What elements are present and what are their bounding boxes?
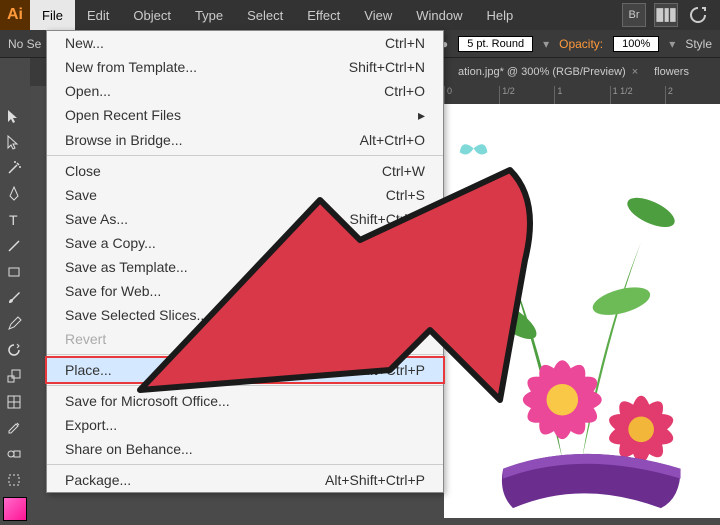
no-selection-label: No Se	[8, 37, 41, 51]
menu-save-copy[interactable]: Save a Copy...Alt+Ctrl+S	[47, 231, 443, 255]
menu-save-template[interactable]: Save as Template...	[47, 255, 443, 279]
stroke-profile-select[interactable]: 5 pt. Round	[458, 36, 533, 52]
menu-separator	[47, 464, 443, 465]
menu-save-slices[interactable]: Save Selected Slices...	[47, 303, 443, 327]
menu-revert: Revert	[47, 327, 443, 351]
menu-help[interactable]: Help	[474, 0, 525, 30]
blend-tool[interactable]	[0, 441, 28, 467]
arrange-icon[interactable]	[654, 3, 678, 27]
style-label: Style	[685, 37, 712, 51]
app-header: Ai File Edit Object Type Select Effect V…	[0, 0, 720, 30]
direct-selection-tool[interactable]	[0, 129, 28, 155]
menu-share-behance[interactable]: Share on Behance...	[47, 437, 443, 461]
menu-place[interactable]: Place...Shift+Ctrl+P	[45, 356, 445, 384]
ruler-mark: 2	[665, 86, 720, 104]
type-tool[interactable]: T	[0, 207, 28, 233]
mesh-tool[interactable]	[0, 389, 28, 415]
fill-color-swatch[interactable]	[3, 497, 27, 521]
rotate-tool[interactable]	[0, 337, 28, 363]
artwork-flowers	[444, 104, 720, 518]
selection-tool[interactable]	[0, 103, 28, 129]
menu-open[interactable]: Open...Ctrl+O	[47, 79, 443, 103]
menu-window[interactable]: Window	[404, 0, 474, 30]
file-menu-dropdown: New...Ctrl+N New from Template...Shift+C…	[46, 30, 444, 493]
menu-select[interactable]: Select	[235, 0, 295, 30]
svg-text:T: T	[9, 212, 18, 228]
menu-file[interactable]: File	[30, 0, 75, 30]
artboard-tool[interactable]	[0, 467, 28, 493]
opacity-input[interactable]: 100%	[613, 36, 659, 52]
menu-save-as[interactable]: Save As...Shift+Ctrl+S	[47, 207, 443, 231]
canvas[interactable]	[444, 104, 720, 518]
document-tab-1[interactable]: ation.jpg* @ 300% (RGB/Preview) ×	[450, 62, 646, 82]
ruler-mark: 0	[444, 86, 499, 104]
submenu-arrow-icon: ▸	[418, 107, 425, 124]
horizontal-ruler: 0 1/2 1 1 1/2 2	[444, 86, 720, 104]
tools-panel: T	[0, 58, 30, 525]
tab-label: ation.jpg* @ 300% (RGB/Preview)	[458, 66, 626, 78]
menu-close[interactable]: CloseCtrl+W	[47, 159, 443, 183]
menu-type[interactable]: Type	[183, 0, 235, 30]
menu-bar: File Edit Object Type Select Effect View…	[30, 0, 525, 30]
ruler-mark: 1/2	[499, 86, 554, 104]
pen-tool[interactable]	[0, 181, 28, 207]
menu-separator	[47, 155, 443, 156]
menu-save[interactable]: SaveCtrl+S	[47, 183, 443, 207]
menu-browse-bridge[interactable]: Browse in Bridge...Alt+Ctrl+O	[47, 128, 443, 152]
menu-export[interactable]: Export...	[47, 413, 443, 437]
menu-new[interactable]: New...Ctrl+N	[47, 31, 443, 55]
magic-wand-tool[interactable]	[0, 155, 28, 181]
eyedropper-tool[interactable]	[0, 415, 28, 441]
menu-save-office[interactable]: Save for Microsoft Office...	[47, 389, 443, 413]
opacity-label: Opacity:	[559, 37, 603, 51]
paintbrush-tool[interactable]	[0, 285, 28, 311]
menu-view[interactable]: View	[352, 0, 404, 30]
bridge-icon[interactable]: Br	[622, 3, 646, 27]
rectangle-tool[interactable]	[0, 259, 28, 285]
menu-open-recent[interactable]: Open Recent Files▸	[47, 103, 443, 128]
pencil-tool[interactable]	[0, 311, 28, 337]
header-icons: Br	[622, 3, 720, 27]
menu-separator	[47, 385, 443, 386]
line-tool[interactable]	[0, 233, 28, 259]
scale-tool[interactable]	[0, 363, 28, 389]
tab-label: flowers	[654, 66, 689, 78]
menu-package[interactable]: Package...Alt+Shift+Ctrl+P	[47, 468, 443, 492]
menu-effect[interactable]: Effect	[295, 0, 352, 30]
menu-edit[interactable]: Edit	[75, 0, 121, 30]
menu-object[interactable]: Object	[121, 0, 183, 30]
document-tab-2[interactable]: flowers	[646, 62, 697, 82]
menu-new-template[interactable]: New from Template...Shift+Ctrl+N	[47, 55, 443, 79]
ruler-mark: 1 1/2	[610, 86, 665, 104]
sync-icon[interactable]	[686, 3, 710, 27]
menu-save-web[interactable]: Save for Web...Alt+Shift+Ctrl+S	[47, 279, 443, 303]
app-logo: Ai	[0, 0, 30, 30]
menu-separator	[47, 354, 443, 355]
close-icon[interactable]: ×	[632, 66, 638, 78]
ruler-mark: 1	[554, 86, 609, 104]
